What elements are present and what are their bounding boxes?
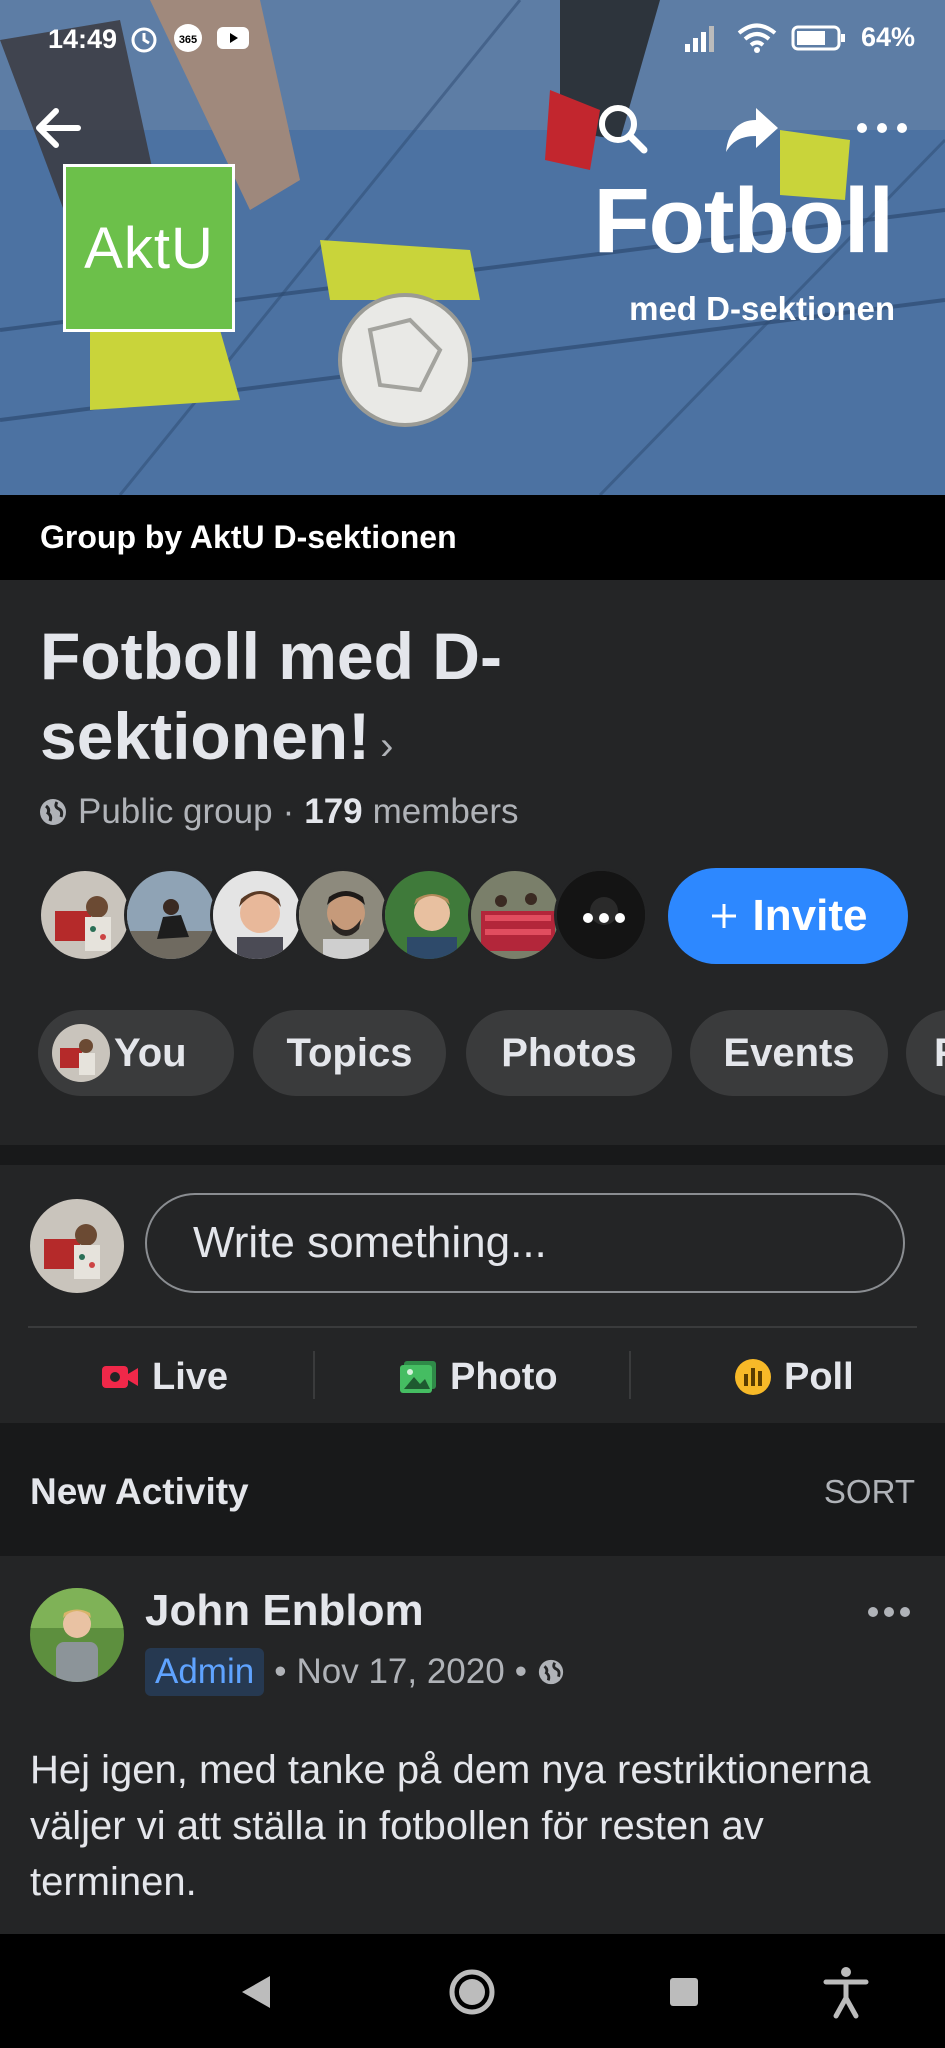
divider [629, 1351, 631, 1399]
app-badge-icon: 365 [174, 24, 202, 52]
avatar[interactable] [30, 1199, 124, 1293]
status-icons-right: 64% [683, 22, 915, 53]
invite-label: Invite [752, 891, 868, 940]
tab-photos[interactable]: Photos [466, 1010, 672, 1096]
author-avatar[interactable] [30, 1588, 124, 1682]
battery-level: 64% [860, 22, 915, 52]
post-date[interactable]: Nov 17, 2020 [296, 1652, 504, 1692]
youtube-icon [217, 27, 249, 49]
tab-events[interactable]: Events [690, 1010, 888, 1096]
divider [313, 1351, 315, 1399]
divider [28, 1326, 917, 1328]
avatar[interactable] [296, 868, 390, 962]
photo-button[interactable]: Photo [398, 1345, 558, 1409]
meta-dot: • [274, 1652, 287, 1691]
group-owner-banner[interactable]: Group by AktU D-sektionen [0, 495, 945, 580]
globe-icon [538, 1659, 564, 1685]
system-nav-bar [0, 1934, 945, 2048]
live-button[interactable]: Live [100, 1345, 228, 1409]
tab-label: Topics [286, 1030, 413, 1075]
tab-label: F [934, 1031, 945, 1076]
avatar[interactable] [382, 868, 476, 962]
cover-subtitle: med D-sektionen [629, 290, 895, 327]
battery-icon [791, 25, 845, 50]
write-something-input[interactable]: Write something... [145, 1193, 905, 1293]
group-name: Fotboll med D-sektionen! [40, 619, 502, 773]
more-icon[interactable] [852, 98, 912, 158]
avatar[interactable] [124, 868, 218, 962]
members-label: members [372, 792, 519, 831]
status-time: 14:49 [48, 24, 118, 54]
aktu-logo-text: AktU [84, 215, 214, 281]
tab-label: Photos [501, 1030, 637, 1075]
post-composer: Write something... Live Photo Poll [0, 1165, 945, 1423]
new-activity-header: New Activity SORT [0, 1423, 945, 1556]
post-card: John Enblom Admin • Nov 17, 2020 • Hej i… [0, 1556, 945, 1934]
tab-files[interactable]: F [906, 1010, 945, 1096]
post-meta: Admin • Nov 17, 2020 • [145, 1648, 565, 1696]
nav-back-icon[interactable] [228, 1964, 284, 2020]
group-title[interactable]: Fotboll med D-sektionen! › [40, 616, 840, 786]
share-icon[interactable] [722, 98, 782, 158]
photo-label: Photo [450, 1355, 558, 1398]
cover-photo[interactable]: 14:49 365 64% AktU Fotboll med D-sektion… [0, 0, 945, 495]
cover-title: Fotboll [593, 170, 894, 272]
sort-button[interactable]: SORT [824, 1473, 915, 1511]
group-tabs: You Topics Photos Events F [38, 1010, 945, 1098]
avatar [52, 1024, 110, 1082]
back-arrow-icon[interactable] [28, 98, 88, 158]
nav-recents-icon[interactable] [656, 1964, 712, 2020]
tab-label: You [114, 1030, 187, 1075]
accessibility-icon[interactable] [818, 1964, 874, 2020]
admin-badge: Admin [145, 1648, 265, 1696]
search-icon[interactable] [592, 98, 652, 158]
avatar[interactable] [468, 868, 562, 962]
post-text: Hej igen, med tanke på dem nya restrikti… [30, 1748, 871, 1904]
group-header: Fotboll med D-sektionen! › Public group ·… [0, 580, 945, 1145]
chevron-right-icon: › [380, 724, 394, 768]
tab-label: Events [723, 1030, 855, 1075]
avatar-more[interactable] [554, 868, 648, 962]
group-privacy: Public group [78, 792, 273, 831]
tab-topics[interactable]: Topics [253, 1010, 446, 1096]
alarm-icon [131, 27, 157, 53]
meta-dot: • [514, 1652, 527, 1691]
status-icons-left: 365 [128, 22, 250, 54]
tab-you[interactable]: You [38, 1010, 234, 1096]
live-label: Live [152, 1355, 229, 1398]
meta-separator: · [282, 792, 295, 831]
status-bar: 14:49 365 64% [0, 0, 945, 80]
section-title: New Activity [30, 1471, 249, 1512]
group-meta: Public group · 179 members [38, 792, 519, 832]
invite-button[interactable]: Invite [668, 868, 908, 964]
signal-icon [684, 25, 714, 52]
avatar[interactable] [210, 868, 304, 962]
avatar[interactable] [38, 868, 132, 962]
photo-icon [400, 1361, 436, 1393]
poll-label: Poll [784, 1355, 854, 1398]
poll-button[interactable]: Poll [734, 1345, 854, 1409]
svg-text:365: 365 [179, 34, 197, 46]
member-count: 179 [304, 792, 363, 831]
globe-icon [40, 799, 66, 825]
plus-icon [711, 904, 736, 928]
aktu-logo: AktU [63, 164, 235, 332]
poll-icon [735, 1359, 771, 1395]
nav-home-icon[interactable] [444, 1964, 500, 2020]
live-video-icon [102, 1366, 138, 1388]
post-more-icon[interactable] [867, 1602, 911, 1622]
wifi-icon [737, 23, 777, 53]
post-author[interactable]: John Enblom [145, 1586, 424, 1636]
